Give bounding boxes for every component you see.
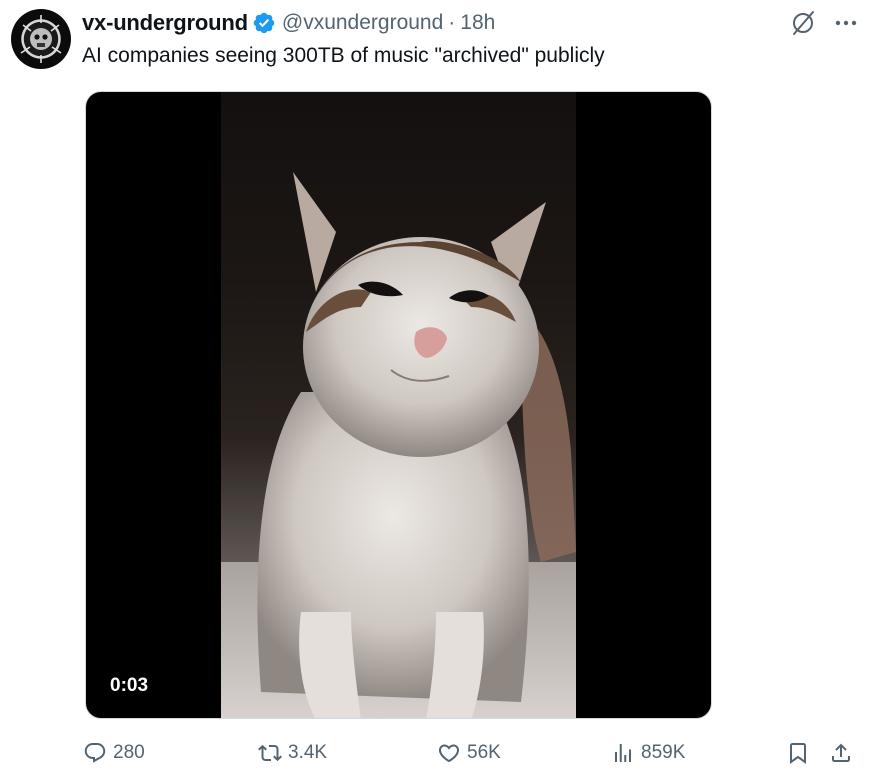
views-count: 859K bbox=[641, 742, 686, 763]
video-player[interactable]: 0:03 bbox=[85, 91, 712, 719]
avatar[interactable] bbox=[11, 9, 71, 69]
views-button[interactable]: 859K bbox=[611, 736, 685, 770]
share-icon bbox=[832, 743, 850, 762]
verified-badge-icon[interactable] bbox=[252, 11, 276, 35]
tweet-header: vx-underground @vxunderground · 18h bbox=[82, 9, 495, 37]
views-icon bbox=[615, 744, 631, 762]
timestamp[interactable]: 18h bbox=[460, 11, 495, 35]
share-button[interactable] bbox=[829, 736, 853, 770]
more-icon[interactable] bbox=[832, 9, 860, 37]
bookmark-icon bbox=[790, 743, 806, 764]
like-count: 56K bbox=[467, 742, 501, 763]
bookmark-button[interactable] bbox=[786, 736, 810, 770]
repost-icon bbox=[258, 744, 282, 762]
reply-icon bbox=[84, 743, 106, 763]
display-name[interactable]: vx-underground bbox=[82, 10, 248, 36]
handle[interactable]: @vxunderground bbox=[282, 11, 443, 35]
like-button[interactable]: 56K bbox=[437, 736, 501, 770]
reply-count: 280 bbox=[113, 742, 145, 763]
video-frame-cat bbox=[221, 92, 576, 718]
tweet-text: AI companies seeing 300TB of music "arch… bbox=[82, 44, 605, 67]
avatar-skull-logo bbox=[20, 15, 62, 63]
heart-icon bbox=[438, 744, 460, 763]
video-duration: 0:03 bbox=[100, 671, 159, 701]
repost-count: 3.4K bbox=[288, 742, 328, 763]
repost-button[interactable]: 3.4K bbox=[258, 736, 327, 770]
tweet-actions: 280 3.4K 56K 859K bbox=[0, 736, 876, 770]
separator-dot: · bbox=[448, 11, 456, 34]
reply-button[interactable]: 280 bbox=[83, 736, 145, 770]
grok-icon[interactable] bbox=[788, 8, 818, 38]
